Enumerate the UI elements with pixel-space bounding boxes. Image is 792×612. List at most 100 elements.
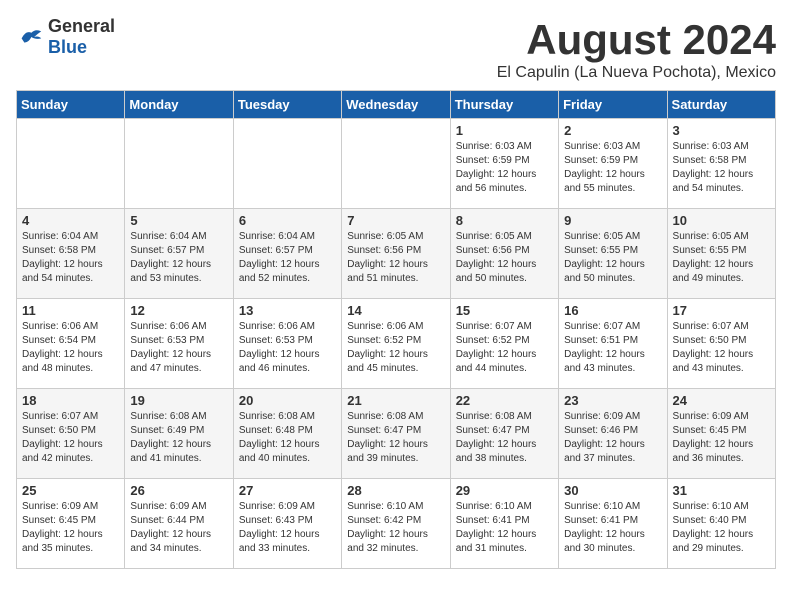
day-number: 25 [22, 483, 119, 498]
day-info: Sunrise: 6:06 AM Sunset: 6:53 PM Dayligh… [239, 320, 336, 376]
day-info: Sunrise: 6:08 AM Sunset: 6:48 PM Dayligh… [239, 410, 336, 466]
logo-general: General [48, 16, 115, 36]
calendar-cell: 19 Sunrise: 6:08 AM Sunset: 6:49 PM Dayli… [125, 389, 233, 479]
calendar-cell: 1Sunrise: 6:03 AM Sunset: 6:59 PM Daylig… [450, 119, 558, 209]
day-info: Sunrise: 6:06 AM Sunset: 6:54 PM Dayligh… [22, 320, 119, 376]
logo-bird-icon [16, 23, 44, 51]
day-info: Sunrise: 6:07 AM Sunset: 6:52 PM Dayligh… [456, 320, 553, 376]
day-number: 23 [564, 393, 661, 408]
calendar-cell: 10Sunrise: 6:05 AM Sunset: 6:55 PM Dayli… [667, 209, 775, 299]
calendar-week-3: 11Sunrise: 6:06 AM Sunset: 6:54 PM Dayli… [17, 299, 776, 389]
day-info: Sunrise: 6:10 AM Sunset: 6:41 PM Dayligh… [564, 500, 661, 556]
calendar-cell: 11Sunrise: 6:06 AM Sunset: 6:54 PM Dayli… [17, 299, 125, 389]
calendar-week-2: 4 Sunrise: 6:04 AM Sunset: 6:58 PM Daylig… [17, 209, 776, 299]
day-info: Sunrise: 6:09 AM Sunset: 6:44 PM Dayligh… [130, 500, 227, 556]
day-header-tuesday: Tuesday [233, 91, 341, 119]
calendar-cell: 5 Sunrise: 6:04 AM Sunset: 6:57 PM Daylig… [125, 209, 233, 299]
calendar-cell [125, 119, 233, 209]
day-header-monday: Monday [125, 91, 233, 119]
logo-text: General Blue [48, 16, 115, 58]
day-info: Sunrise: 6:05 AM Sunset: 6:55 PM Dayligh… [564, 230, 661, 286]
day-number: 14 [347, 303, 444, 318]
day-number: 28 [347, 483, 444, 498]
calendar-cell: 3 Sunrise: 6:03 AM Sunset: 6:58 PM Daylig… [667, 119, 775, 209]
calendar-cell: 18 Sunrise: 6:07 AM Sunset: 6:50 PM Dayli… [17, 389, 125, 479]
title-area: August 2024 El Capulin (La Nueva Pochota… [497, 16, 776, 82]
day-info: Sunrise: 6:04 AM Sunset: 6:57 PM Dayligh… [239, 230, 336, 286]
calendar-cell: 2Sunrise: 6:03 AM Sunset: 6:59 PM Daylig… [559, 119, 667, 209]
header-row: SundayMondayTuesdayWednesdayThursdayFrid… [17, 91, 776, 119]
day-info: Sunrise: 6:08 AM Sunset: 6:49 PM Dayligh… [130, 410, 227, 466]
calendar-cell: 4 Sunrise: 6:04 AM Sunset: 6:58 PM Daylig… [17, 209, 125, 299]
day-number: 21 [347, 393, 444, 408]
calendar-cell: 29Sunrise: 6:10 AM Sunset: 6:41 PM Dayli… [450, 479, 558, 569]
calendar-week-4: 18 Sunrise: 6:07 AM Sunset: 6:50 PM Dayli… [17, 389, 776, 479]
calendar-cell: 12Sunrise: 6:06 AM Sunset: 6:53 PM Dayli… [125, 299, 233, 389]
main-title: August 2024 [497, 16, 776, 64]
day-number: 22 [456, 393, 553, 408]
header: General Blue August 2024 El Capulin (La … [16, 16, 776, 82]
calendar-cell: 8Sunrise: 6:05 AM Sunset: 6:56 PM Daylig… [450, 209, 558, 299]
day-number: 2 [564, 123, 661, 138]
calendar-cell: 15 Sunrise: 6:07 AM Sunset: 6:52 PM Dayli… [450, 299, 558, 389]
calendar-cell: 6 Sunrise: 6:04 AM Sunset: 6:57 PM Daylig… [233, 209, 341, 299]
calendar-cell: 20 Sunrise: 6:08 AM Sunset: 6:48 PM Dayli… [233, 389, 341, 479]
day-number: 19 [130, 393, 227, 408]
day-info: Sunrise: 6:07 AM Sunset: 6:50 PM Dayligh… [22, 410, 119, 466]
day-number: 4 [22, 213, 119, 228]
calendar-cell: 21 Sunrise: 6:08 AM Sunset: 6:47 PM Dayli… [342, 389, 450, 479]
day-number: 15 [456, 303, 553, 318]
day-number: 30 [564, 483, 661, 498]
day-number: 16 [564, 303, 661, 318]
day-number: 3 [673, 123, 770, 138]
day-header-thursday: Thursday [450, 91, 558, 119]
day-info: Sunrise: 6:10 AM Sunset: 6:41 PM Dayligh… [456, 500, 553, 556]
day-header-sunday: Sunday [17, 91, 125, 119]
day-number: 17 [673, 303, 770, 318]
day-info: Sunrise: 6:04 AM Sunset: 6:57 PM Dayligh… [130, 230, 227, 286]
day-number: 20 [239, 393, 336, 408]
logo-blue: Blue [48, 37, 87, 57]
day-header-friday: Friday [559, 91, 667, 119]
day-number: 6 [239, 213, 336, 228]
day-number: 9 [564, 213, 661, 228]
day-info: Sunrise: 6:04 AM Sunset: 6:58 PM Dayligh… [22, 230, 119, 286]
day-number: 5 [130, 213, 227, 228]
day-info: Sunrise: 6:05 AM Sunset: 6:56 PM Dayligh… [347, 230, 444, 286]
day-info: Sunrise: 6:10 AM Sunset: 6:40 PM Dayligh… [673, 500, 770, 556]
calendar-cell: 26 Sunrise: 6:09 AM Sunset: 6:44 PM Dayli… [125, 479, 233, 569]
day-info: Sunrise: 6:08 AM Sunset: 6:47 PM Dayligh… [347, 410, 444, 466]
day-info: Sunrise: 6:09 AM Sunset: 6:45 PM Dayligh… [22, 500, 119, 556]
calendar-cell: 30 Sunrise: 6:10 AM Sunset: 6:41 PM Dayli… [559, 479, 667, 569]
day-header-wednesday: Wednesday [342, 91, 450, 119]
calendar-cell: 23Sunrise: 6:09 AM Sunset: 6:46 PM Dayli… [559, 389, 667, 479]
day-number: 24 [673, 393, 770, 408]
day-info: Sunrise: 6:06 AM Sunset: 6:52 PM Dayligh… [347, 320, 444, 376]
calendar-week-1: 1Sunrise: 6:03 AM Sunset: 6:59 PM Daylig… [17, 119, 776, 209]
calendar-cell: 24Sunrise: 6:09 AM Sunset: 6:45 PM Dayli… [667, 389, 775, 479]
day-info: Sunrise: 6:09 AM Sunset: 6:43 PM Dayligh… [239, 500, 336, 556]
calendar-cell: 16 Sunrise: 6:07 AM Sunset: 6:51 PM Dayli… [559, 299, 667, 389]
day-number: 26 [130, 483, 227, 498]
day-number: 13 [239, 303, 336, 318]
day-info: Sunrise: 6:07 AM Sunset: 6:51 PM Dayligh… [564, 320, 661, 376]
day-info: Sunrise: 6:10 AM Sunset: 6:42 PM Dayligh… [347, 500, 444, 556]
day-number: 8 [456, 213, 553, 228]
subtitle: El Capulin (La Nueva Pochota), Mexico [497, 64, 776, 82]
day-info: Sunrise: 6:03 AM Sunset: 6:58 PM Dayligh… [673, 140, 770, 196]
calendar-cell [17, 119, 125, 209]
calendar-table: SundayMondayTuesdayWednesdayThursdayFrid… [16, 90, 776, 569]
day-number: 18 [22, 393, 119, 408]
calendar-week-5: 25 Sunrise: 6:09 AM Sunset: 6:45 PM Dayli… [17, 479, 776, 569]
calendar-cell: 14 Sunrise: 6:06 AM Sunset: 6:52 PM Dayli… [342, 299, 450, 389]
calendar-cell: 7 Sunrise: 6:05 AM Sunset: 6:56 PM Daylig… [342, 209, 450, 299]
calendar-cell: 9 Sunrise: 6:05 AM Sunset: 6:55 PM Daylig… [559, 209, 667, 299]
day-header-saturday: Saturday [667, 91, 775, 119]
logo: General Blue [16, 16, 115, 58]
day-number: 7 [347, 213, 444, 228]
day-info: Sunrise: 6:07 AM Sunset: 6:50 PM Dayligh… [673, 320, 770, 376]
day-number: 10 [673, 213, 770, 228]
calendar-cell [233, 119, 341, 209]
day-info: Sunrise: 6:03 AM Sunset: 6:59 PM Dayligh… [456, 140, 553, 196]
day-info: Sunrise: 6:06 AM Sunset: 6:53 PM Dayligh… [130, 320, 227, 376]
